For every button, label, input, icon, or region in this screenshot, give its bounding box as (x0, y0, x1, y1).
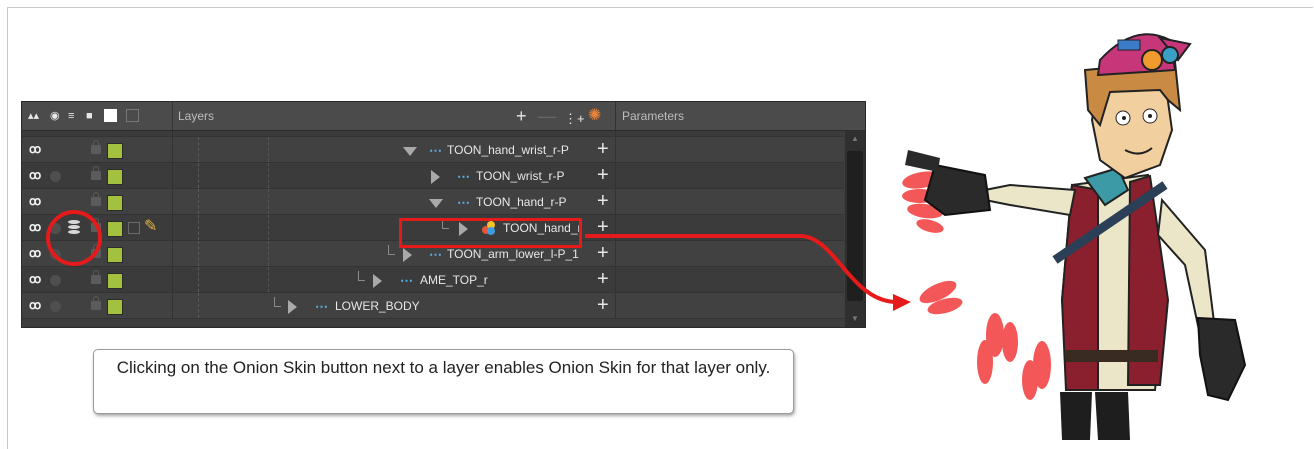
callout-arrow (585, 234, 896, 304)
caption-callout: Clicking on the Onion Skin button next t… (93, 349, 794, 414)
arrow-head-icon (893, 294, 911, 311)
